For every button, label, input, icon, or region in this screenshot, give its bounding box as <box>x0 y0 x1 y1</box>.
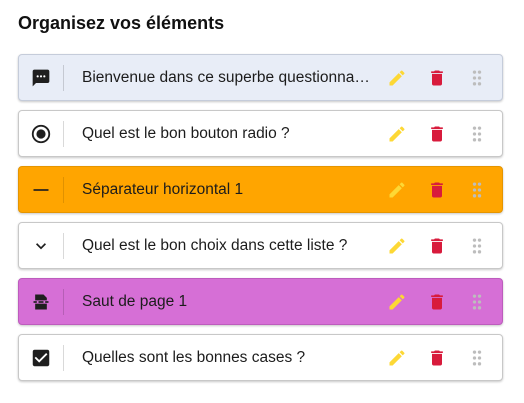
item-actions <box>384 177 490 203</box>
delete-button[interactable] <box>424 121 450 147</box>
item-divider <box>63 288 64 315</box>
drag-handle[interactable] <box>464 233 490 259</box>
item-label: Bienvenue dans ce superbe questionnaire … <box>82 68 372 86</box>
item-label: Séparateur horizontal 1 <box>82 180 244 198</box>
items-list: Bienvenue dans ce superbe questionnaire … <box>18 54 503 390</box>
trash-icon <box>431 294 443 309</box>
list-item-pagebreak[interactable]: Saut de page 1 <box>18 278 503 325</box>
pencil-icon <box>389 237 405 253</box>
horizontal-rule-icon <box>19 167 63 212</box>
trash-icon <box>431 350 443 365</box>
trash-icon <box>431 182 443 197</box>
trash-icon <box>431 126 443 141</box>
drag-handle[interactable] <box>464 121 490 147</box>
list-item-separator[interactable]: Séparateur horizontal 1 <box>18 166 503 213</box>
pencil-icon <box>389 125 405 141</box>
item-divider <box>63 176 64 203</box>
drag-indicator-icon <box>472 238 482 253</box>
page-title: Organisez vos éléments <box>18 13 225 33</box>
item-actions <box>384 233 490 259</box>
edit-button[interactable] <box>384 233 410 259</box>
edit-button[interactable] <box>384 65 410 91</box>
pencil-icon <box>389 349 405 365</box>
edit-button[interactable] <box>384 177 410 203</box>
delete-button[interactable] <box>424 65 450 91</box>
item-divider <box>63 232 64 259</box>
pencil-icon <box>389 69 405 85</box>
radio-button-icon <box>19 111 63 156</box>
item-label: Quel est le bon bouton radio ? <box>82 124 290 142</box>
drag-indicator-icon <box>472 294 482 309</box>
list-item-radio[interactable]: Quel est le bon bouton radio ? <box>18 110 503 157</box>
drag-handle[interactable] <box>464 345 490 371</box>
delete-button[interactable] <box>424 233 450 259</box>
comment-icon <box>19 55 63 100</box>
trash-icon <box>431 70 443 85</box>
delete-button[interactable] <box>424 177 450 203</box>
list-item-select[interactable]: Quel est le bon choix dans cette liste ? <box>18 222 503 269</box>
item-label: Quelles sont les bonnes cases ? <box>82 348 306 366</box>
item-label: Quel est le bon choix dans cette liste ? <box>82 236 348 254</box>
edit-button[interactable] <box>384 289 410 315</box>
item-divider <box>63 64 64 91</box>
drag-indicator-icon <box>472 126 482 141</box>
drag-indicator-icon <box>472 350 482 365</box>
list-item-checkbox[interactable]: Quelles sont les bonnes cases ? <box>18 334 503 381</box>
page-break-icon <box>19 279 63 324</box>
list-item-welcome[interactable]: Bienvenue dans ce superbe questionnaire … <box>18 54 503 101</box>
item-label: Saut de page 1 <box>82 292 188 310</box>
drag-indicator-icon <box>472 182 482 197</box>
item-actions <box>384 65 490 91</box>
edit-button[interactable] <box>384 121 410 147</box>
item-actions <box>384 345 490 371</box>
item-actions <box>384 289 490 315</box>
drag-indicator-icon <box>472 70 482 85</box>
delete-button[interactable] <box>424 345 450 371</box>
delete-button[interactable] <box>424 289 450 315</box>
chevron-down-icon <box>19 223 63 268</box>
item-divider <box>63 120 64 147</box>
trash-icon <box>431 238 443 253</box>
edit-button[interactable] <box>384 345 410 371</box>
pencil-icon <box>389 181 405 197</box>
checkbox-icon <box>19 335 63 380</box>
drag-handle[interactable] <box>464 65 490 91</box>
page: Organisez vos éléments Bienvenue dans ce… <box>0 0 524 403</box>
item-actions <box>384 121 490 147</box>
pencil-icon <box>389 293 405 309</box>
drag-handle[interactable] <box>464 177 490 203</box>
drag-handle[interactable] <box>464 289 490 315</box>
item-divider <box>63 344 64 371</box>
